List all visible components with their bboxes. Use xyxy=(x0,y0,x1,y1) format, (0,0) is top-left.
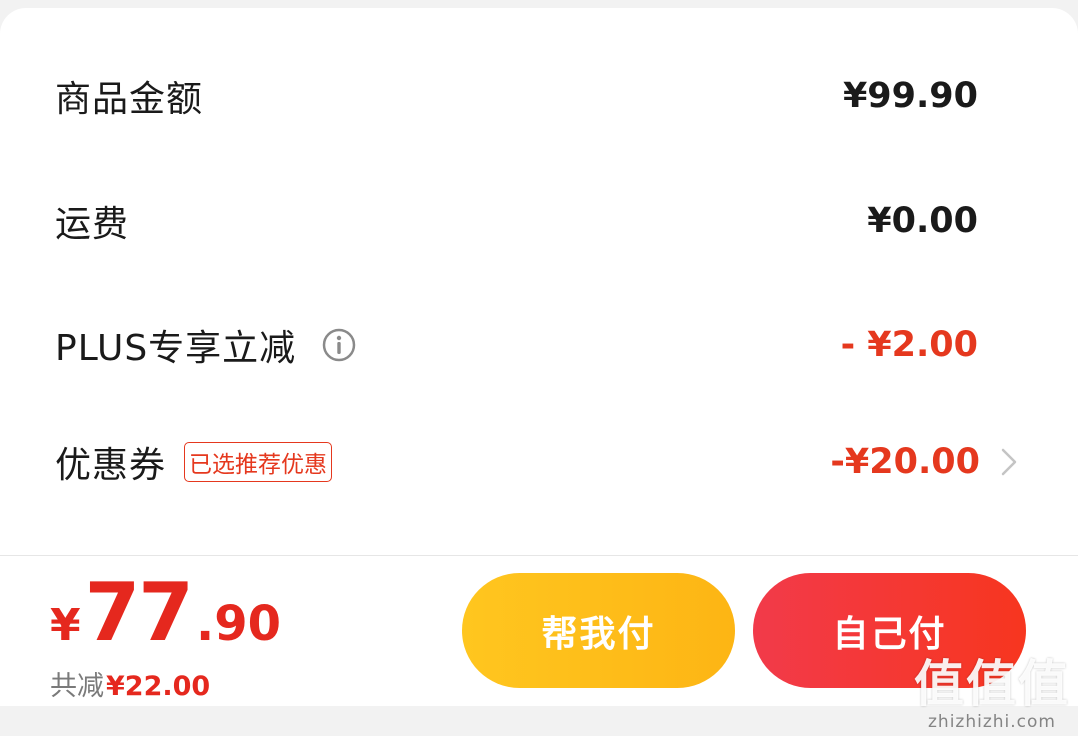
plus-discount-row: PLUS专享立减 - ¥2.00 xyxy=(55,315,978,375)
plus-discount-value: - ¥2.00 xyxy=(840,325,978,365)
chevron-right-icon[interactable] xyxy=(1000,447,1018,477)
total-decimal: .90 xyxy=(195,596,281,652)
site-watermark: 值值值 zhizhizhi.com xyxy=(914,656,1070,732)
saving-label: 共减 xyxy=(50,671,104,702)
goods-amount-label: 商品金额 xyxy=(55,79,204,120)
coupon-label-group: 优惠券 已选推荐优惠 xyxy=(55,436,333,488)
total-currency: ¥ xyxy=(50,600,81,651)
coupon-row[interactable]: 优惠券 已选推荐优惠 -¥20.00 xyxy=(55,432,1017,492)
shipping-fee-label: 运费 xyxy=(55,204,130,245)
total-integer: 77 xyxy=(84,566,194,659)
price-detail-card: 商品金额 ¥99.90 运费 ¥0.00 PLUS专享立减 - ¥2.00 优惠… xyxy=(0,8,1078,555)
help-me-pay-button[interactable]: 帮我付 xyxy=(462,573,735,688)
plus-discount-label: PLUS专享立减 xyxy=(55,328,297,369)
goods-amount-value: ¥99.90 xyxy=(842,76,978,116)
watermark-url: zhizhizhi.com xyxy=(928,712,1056,732)
coupon-label: 优惠券 xyxy=(55,445,167,486)
coupon-value-group[interactable]: -¥20.00 xyxy=(830,442,1017,482)
coupon-value: -¥20.00 xyxy=(830,442,980,482)
plus-discount-label-group: PLUS专享立减 xyxy=(55,319,356,371)
shipping-fee-value: ¥0.00 xyxy=(867,201,978,241)
info-icon[interactable] xyxy=(322,328,356,362)
saving-amount: ¥22.00 xyxy=(106,671,211,702)
total-saving: 共减 ¥22.00 xyxy=(50,664,210,703)
goods-amount-row: 商品金额 ¥99.90 xyxy=(55,66,978,126)
shipping-fee-row: 运费 ¥0.00 xyxy=(55,191,978,251)
total-price: ¥ 77 .90 xyxy=(50,566,281,659)
order-summary-page: 商品金额 ¥99.90 运费 ¥0.00 PLUS专享立减 - ¥2.00 优惠… xyxy=(0,0,1078,736)
watermark-logo-text: 值值值 xyxy=(914,655,1070,713)
recommended-discount-tag: 已选推荐优惠 xyxy=(184,442,333,482)
